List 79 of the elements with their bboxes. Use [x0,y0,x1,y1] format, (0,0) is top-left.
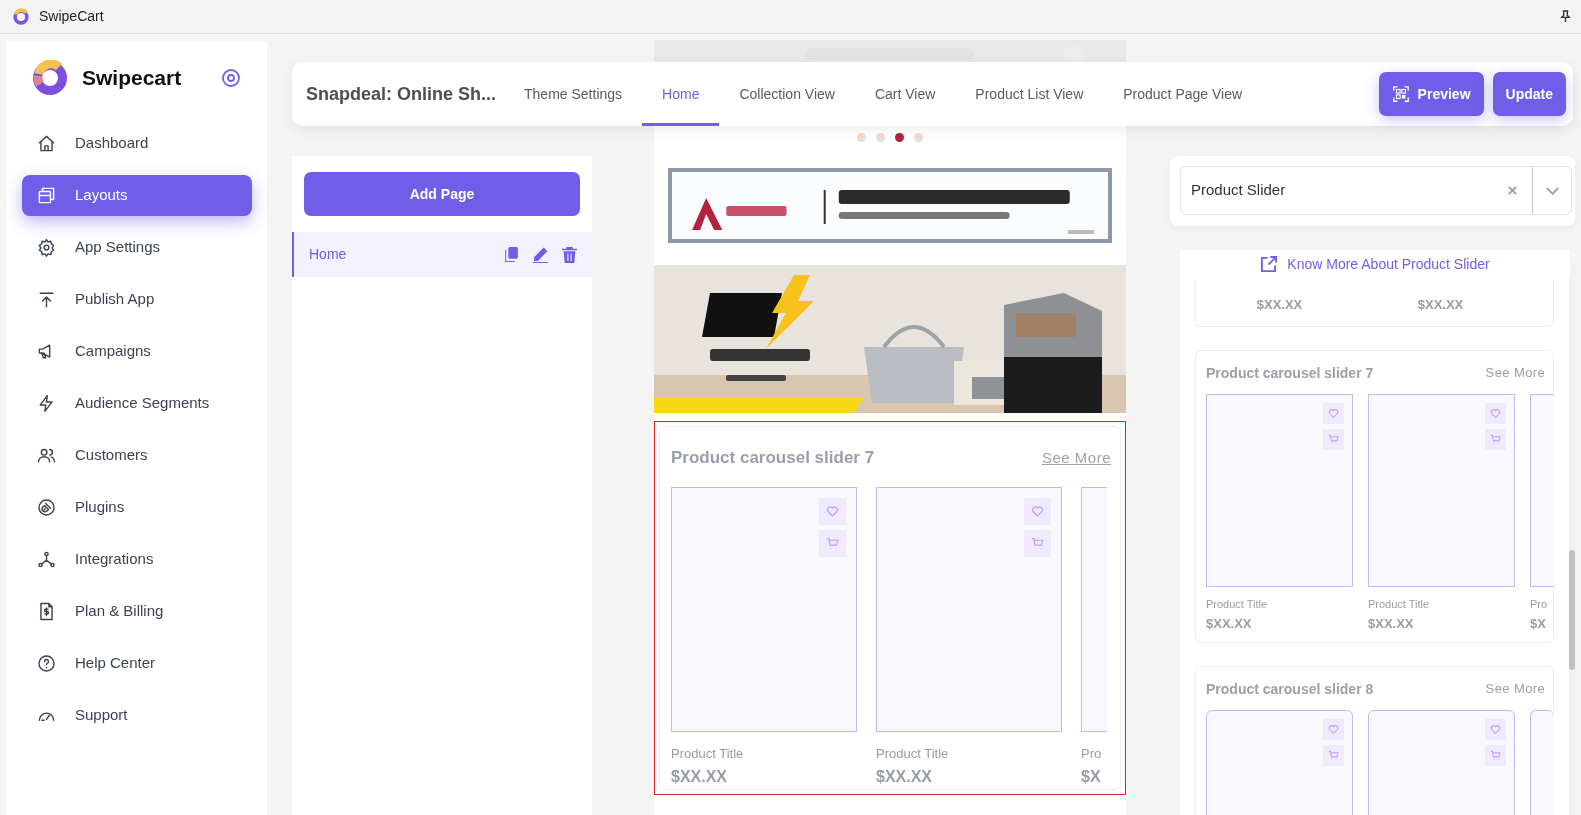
tab[interactable]: Home [642,62,720,126]
users-icon [37,446,56,465]
sidebar-item[interactable]: Publish App [22,279,252,320]
cart-icon [1485,428,1506,450]
lightning-icon [37,394,56,413]
sidebar-item[interactable]: Help Center [22,643,252,684]
product-price: $XX.XX [1416,296,1465,314]
product-price: $XX.XX [876,767,934,787]
sidebar-item[interactable]: Audience Segments [22,383,252,424]
product-price: $XX.XX [1255,296,1304,314]
product-title: Product Title [671,744,745,763]
invoice-icon [37,602,56,621]
sidebar-item[interactable]: Customers [22,435,252,476]
cart-icon [1323,428,1344,450]
sidebar-item[interactable]: Plugins [22,487,252,528]
product-price: $XX.XX [1368,615,1415,633]
cart-icon [1024,529,1051,557]
gear-icon [37,238,56,257]
section-title: Product carousel slider 8 [1206,679,1374,699]
sidebar-item[interactable]: Plan & Billing [22,591,252,632]
see-more-link: See More [1485,680,1546,699]
sidebar-item[interactable]: Integrations [22,539,252,580]
plug-icon [37,498,56,517]
component-select[interactable]: Product Slider [1180,166,1572,215]
see-more-link: See More [1485,364,1546,383]
page-title: Snapdeal: Online Sh... [306,82,497,106]
cart-icon [1323,744,1344,766]
brand-name: Swipecart [82,65,182,92]
sidebar-item[interactable]: App Settings [22,227,252,268]
clear-icon[interactable] [1507,185,1518,196]
tab[interactable]: Product List View [955,62,1104,126]
cart-icon [819,529,846,557]
external-link-icon [1260,255,1278,273]
target-icon[interactable] [221,68,241,88]
qr-code-icon [1391,85,1410,103]
product-title: Product Title [1368,596,1431,612]
carousel-dot[interactable] [876,132,885,142]
product-price: $X [1081,767,1102,787]
product-price: $XX.XX [671,767,729,787]
add-page-button[interactable]: Add Page [304,172,580,216]
scrollbar-thumb[interactable] [1569,550,1575,670]
sidebar-item[interactable]: Support [22,695,252,736]
help-icon [37,654,56,673]
page-name: Home [309,245,347,264]
preview-button[interactable]: Preview [1378,72,1484,116]
product-title: Pro [1081,744,1103,763]
section-title: Product carousel slider 7 [1206,363,1374,383]
pin-icon[interactable] [1560,10,1571,23]
logo-icon [12,7,30,26]
chevron-down-icon[interactable] [1546,186,1559,195]
upload-icon [37,290,56,309]
update-button[interactable]: Update [1492,72,1566,116]
sidebar-item[interactable]: Layouts [22,175,252,216]
product-price: $XX.XX [1206,615,1253,633]
product-price: $X [1530,615,1547,633]
tab[interactable]: Collection View [719,62,855,126]
tab[interactable]: Cart View [854,62,956,126]
window-title: SwipeCart [39,7,104,26]
product-title: Pro [1530,596,1549,612]
network-icon [37,550,56,569]
carousel-dot[interactable] [857,132,866,142]
home-icon [37,134,56,153]
page-row[interactable]: Home [292,232,592,277]
tab[interactable]: Product Page View [1103,62,1263,126]
product-title: Product Title [1206,596,1269,612]
help-link[interactable]: Know More About Product Slider [1180,250,1570,278]
carousel-dot[interactable] [914,132,923,142]
tab[interactable]: Theme Settings [504,62,643,126]
brand-logo [32,60,68,96]
product-title: Product Title [876,744,950,763]
sidebar-item[interactable]: Dashboard [22,123,252,164]
copy-icon[interactable] [503,246,520,263]
layers-icon [37,186,56,205]
carousel-dot[interactable] [895,132,904,142]
cart-icon [1485,744,1506,766]
edit-icon[interactable] [532,246,549,263]
trash-icon[interactable] [561,246,578,263]
section-title: Product carousel slider 7 [671,447,875,469]
sidebar-item[interactable]: Campaigns [22,331,252,372]
